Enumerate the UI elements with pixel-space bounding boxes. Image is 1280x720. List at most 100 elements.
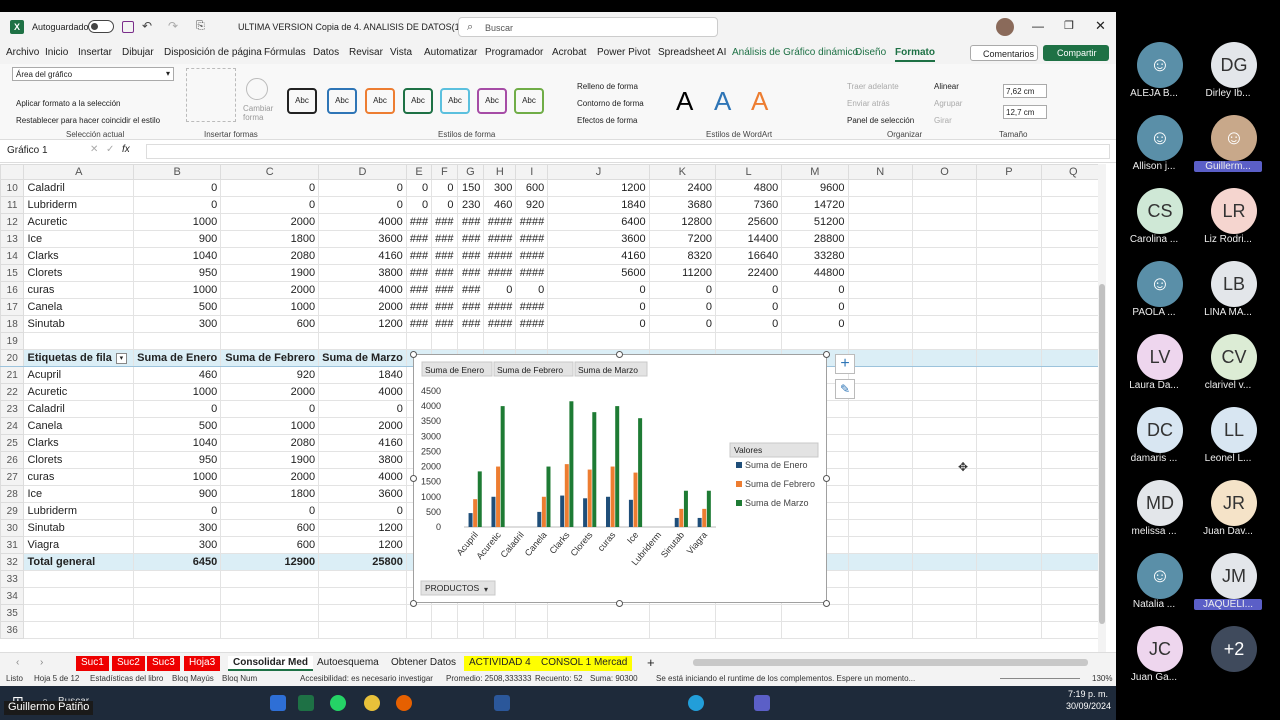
cell[interactable] [648,332,716,350]
cell[interactable]: ### [405,281,433,299]
participant-tile[interactable]: JR Juan Dav... [1190,480,1264,552]
row-header[interactable]: 15 [0,264,25,282]
cell[interactable] [976,536,1042,554]
pivot-total-value[interactable]: 25800 [318,553,407,571]
bar[interactable] [587,469,592,527]
cell[interactable] [1040,621,1106,639]
menu-acrobat[interactable]: Acrobat [552,47,586,58]
pivot-row-label[interactable]: Clorets [23,451,135,469]
cell[interactable] [911,485,978,503]
row-header[interactable]: 16 [0,281,25,299]
row-header[interactable]: 29 [0,502,25,520]
pivot-value[interactable]: 300 [133,536,222,554]
cell[interactable] [483,604,517,622]
cell[interactable] [976,247,1042,265]
shape-style-3[interactable]: Abc [365,88,395,114]
cell[interactable] [1040,298,1106,316]
cell[interactable] [648,621,716,639]
cell[interactable]: 1000 [133,213,222,231]
shape-style-6[interactable]: Abc [477,88,507,114]
shape-fill-button[interactable]: Relleno de forma [577,82,638,91]
bar[interactable] [569,401,574,527]
cell[interactable]: ### [456,264,485,282]
cell[interactable] [847,468,913,486]
cell[interactable]: #### [483,264,517,282]
cell[interactable] [847,383,913,401]
bar[interactable] [610,466,615,527]
cell[interactable] [911,196,978,214]
pivot-value[interactable]: 4000 [318,468,407,486]
row-header[interactable]: 17 [0,298,25,316]
menu-automatizar[interactable]: Automatizar [424,47,477,58]
resize-handle[interactable] [616,351,623,358]
cell[interactable]: #### [483,247,517,265]
row-header[interactable]: 33 [0,570,25,588]
cell[interactable]: 22400 [714,264,783,282]
cell[interactable] [1040,519,1106,537]
cell[interactable] [483,621,517,639]
cell[interactable] [23,587,135,605]
cell[interactable] [714,332,783,350]
pivot-value[interactable]: 0 [220,400,320,418]
sheet-tab[interactable]: Autoesquema [312,656,384,671]
participant-tile[interactable]: ☺ ALEJA B... [1116,42,1190,114]
sheet-tab[interactable]: Suc1 [76,656,109,671]
cell[interactable]: ### [431,281,458,299]
cell[interactable] [847,315,913,333]
cell[interactable]: Ice [23,230,135,248]
cell[interactable]: ### [456,315,485,333]
sheet-tab[interactable]: Consolidar Med [228,656,314,671]
cell[interactable] [911,417,978,435]
cell[interactable]: 51200 [781,213,849,231]
name-box[interactable]: Gráfico 1 [4,144,68,159]
sheet-tab[interactable]: CONSOL 1 Mercad [536,656,633,671]
menu-revisar[interactable]: Revisar [349,47,383,58]
cell[interactable]: 4000 [318,281,407,299]
pivot-total-value[interactable]: 6450 [133,553,222,571]
cell[interactable] [976,230,1042,248]
cell[interactable] [976,366,1042,384]
row-header[interactable]: 34 [0,587,25,605]
cell[interactable] [911,247,978,265]
cell[interactable] [648,604,716,622]
cell[interactable]: 500 [133,298,222,316]
cell[interactable]: 0 [405,179,433,197]
cell[interactable] [1040,468,1106,486]
cell[interactable]: ### [456,230,485,248]
cell[interactable]: 920 [515,196,549,214]
cell[interactable] [318,604,407,622]
cell[interactable] [405,332,433,350]
row-header[interactable]: 30 [0,519,25,537]
teams-icon[interactable] [754,695,770,711]
row-header[interactable]: 19 [0,332,25,350]
fx-icon[interactable]: fx [122,144,130,155]
bar[interactable] [697,517,702,527]
bar[interactable] [615,406,620,527]
cell[interactable]: 0 [431,179,458,197]
pivot-value[interactable]: 4160 [318,434,407,452]
menu-formulas[interactable]: Fórmulas [264,47,306,58]
cell[interactable]: #### [515,264,549,282]
resize-handle[interactable] [823,600,830,607]
cell[interactable]: 3600 [547,230,650,248]
cell[interactable] [911,315,978,333]
cell[interactable] [911,298,978,316]
cell[interactable] [318,587,407,605]
cell[interactable]: 5600 [547,264,650,282]
cell[interactable]: 0 [781,281,849,299]
row-header[interactable]: 24 [0,417,25,435]
menu-dibujar[interactable]: Dibujar [122,47,154,58]
menu-power-pivot[interactable]: Power Pivot [597,47,650,58]
cell[interactable]: 1000 [220,298,320,316]
cell[interactable]: 0 [714,298,783,316]
cell[interactable] [976,264,1042,282]
cell[interactable]: 0 [714,281,783,299]
cell[interactable] [1040,587,1106,605]
column-header[interactable]: O [911,164,978,180]
cell[interactable]: 0 [133,179,222,197]
cell[interactable] [847,604,913,622]
cell[interactable] [405,621,433,639]
cell[interactable]: 16640 [714,247,783,265]
row-header[interactable]: 26 [0,451,25,469]
pivot-row-label[interactable]: Sinutab [23,519,135,537]
